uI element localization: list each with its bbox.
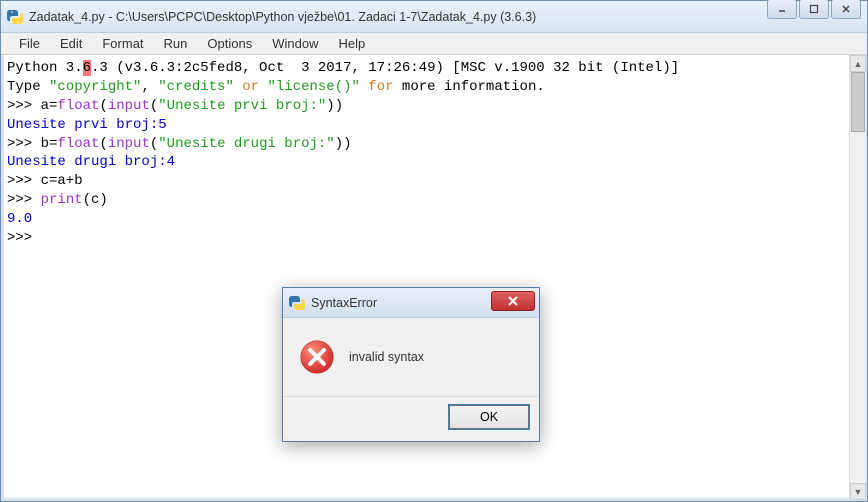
line-2: Type "copyright", "credits" or "license(… [7,79,545,95]
line-7: >>> c=a+b [7,173,83,189]
menu-file[interactable]: File [9,34,50,53]
line-4: Unesite prvi broj:5 [7,117,167,133]
line-9: 9.0 [7,211,32,227]
syntax-error-dialog: SyntaxError invalid syntax OK [282,287,540,442]
dialog-title: SyntaxError [311,296,377,310]
menubar: File Edit Format Run Options Window Help [1,33,867,55]
line-5: >>> b=float(input("Unesite drugi broj:")… [7,136,352,152]
dialog-titlebar[interactable]: SyntaxError [283,288,539,318]
dialog-message: invalid syntax [349,350,424,364]
line-10: >>> [7,230,41,246]
window-controls [767,0,861,19]
error-icon [299,339,335,375]
dialog-close-button[interactable] [491,291,535,311]
scroll-up-button[interactable]: ▲ [850,55,866,72]
menu-help[interactable]: Help [328,34,375,53]
line-3: >>> a=float(input("Unesite prvi broj:")) [7,98,343,114]
scroll-thumb[interactable] [851,72,865,132]
dialog-body: invalid syntax [283,318,539,396]
window-title: Zadatak_4.py - C:\Users\PCPC\Desktop\Pyt… [29,10,861,24]
titlebar[interactable]: Zadatak_4.py - C:\Users\PCPC\Desktop\Pyt… [1,1,867,33]
menu-run[interactable]: Run [154,34,198,53]
ok-button[interactable]: OK [449,405,529,429]
python-icon [7,9,23,25]
line-6: Unesite drugi broj:4 [7,154,175,170]
minimize-button[interactable] [767,0,797,19]
line-1: Python 3.6.3 (v3.6.3:2c5fed8, Oct 3 2017… [7,60,679,76]
python-icon [289,295,305,311]
menu-options[interactable]: Options [197,34,262,53]
line-8: >>> print(c) [7,192,108,208]
close-button[interactable] [831,0,861,19]
menu-format[interactable]: Format [92,34,153,53]
menu-window[interactable]: Window [262,34,328,53]
close-icon [507,296,519,306]
dialog-buttons: OK [283,396,539,441]
menu-edit[interactable]: Edit [50,34,92,53]
syntax-error-highlight: 6 [83,60,91,76]
maximize-button[interactable] [799,0,829,19]
vertical-scrollbar[interactable]: ▲ ▼ [849,55,866,500]
scroll-down-button[interactable]: ▼ [850,483,866,500]
